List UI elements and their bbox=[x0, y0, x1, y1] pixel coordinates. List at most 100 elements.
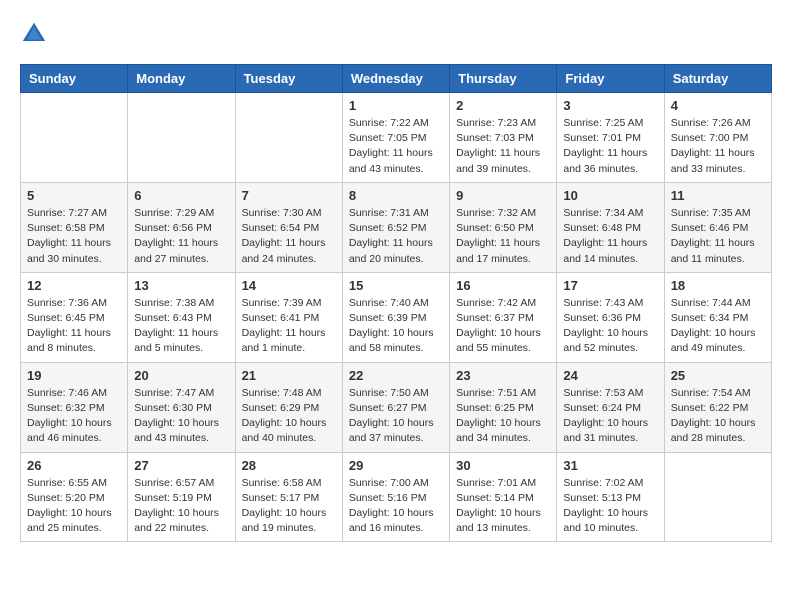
calendar-cell: 31 Sunrise: 7:02 AM Sunset: 5:13 PM Dayli… bbox=[557, 452, 664, 542]
calendar-cell: 24Sunrise: 7:53 AM Sunset: 6:24 PM Dayli… bbox=[557, 362, 664, 452]
day-number: 16 bbox=[456, 278, 550, 293]
day-info: Sunrise: 7:30 AM Sunset: 6:54 PM Dayligh… bbox=[242, 206, 336, 267]
weekday-header-monday: Monday bbox=[128, 65, 235, 93]
day-info: Sunrise: 7:27 AM Sunset: 6:58 PM Dayligh… bbox=[27, 206, 121, 267]
day-info: Sunrise: 7:02 AM Sunset: 5:13 PM Dayligh… bbox=[563, 476, 657, 537]
day-info: Sunrise: 7:54 AM Sunset: 6:22 PM Dayligh… bbox=[671, 386, 765, 447]
day-number: 13 bbox=[134, 278, 228, 293]
calendar-cell: 21Sunrise: 7:48 AM Sunset: 6:29 PM Dayli… bbox=[235, 362, 342, 452]
calendar-cell: 27 Sunrise: 6:57 AM Sunset: 5:19 PM Dayli… bbox=[128, 452, 235, 542]
calendar-cell: 18 Sunrise: 7:44 AM Sunset: 6:34 PM Dayli… bbox=[664, 272, 771, 362]
weekday-header-saturday: Saturday bbox=[664, 65, 771, 93]
calendar-cell: 4Sunrise: 7:26 AM Sunset: 7:00 PM Daylig… bbox=[664, 93, 771, 183]
day-info: Sunrise: 7:38 AM Sunset: 6:43 PM Dayligh… bbox=[134, 296, 228, 357]
day-info: Sunrise: 7:32 AM Sunset: 6:50 PM Dayligh… bbox=[456, 206, 550, 267]
day-number: 26 bbox=[27, 458, 121, 473]
day-number: 5 bbox=[27, 188, 121, 203]
calendar-cell: 30Sunrise: 7:01 AM Sunset: 5:14 PM Dayli… bbox=[450, 452, 557, 542]
calendar-cell: 28 Sunrise: 6:58 AM Sunset: 5:17 PM Dayli… bbox=[235, 452, 342, 542]
day-info: Sunrise: 7:35 AM Sunset: 6:46 PM Dayligh… bbox=[671, 206, 765, 267]
day-number: 4 bbox=[671, 98, 765, 113]
calendar-cell: 1 Sunrise: 7:22 AM Sunset: 7:05 PM Daylig… bbox=[342, 93, 449, 183]
day-number: 10 bbox=[563, 188, 657, 203]
day-number: 7 bbox=[242, 188, 336, 203]
day-info: Sunrise: 7:36 AM Sunset: 6:45 PM Dayligh… bbox=[27, 296, 121, 357]
calendar-cell bbox=[235, 93, 342, 183]
day-info: Sunrise: 7:23 AM Sunset: 7:03 PM Dayligh… bbox=[456, 116, 550, 177]
calendar-cell: 20 Sunrise: 7:47 AM Sunset: 6:30 PM Dayli… bbox=[128, 362, 235, 452]
day-info: Sunrise: 7:47 AM Sunset: 6:30 PM Dayligh… bbox=[134, 386, 228, 447]
calendar-cell: 22 Sunrise: 7:50 AM Sunset: 6:27 PM Dayli… bbox=[342, 362, 449, 452]
day-info: Sunrise: 6:58 AM Sunset: 5:17 PM Dayligh… bbox=[242, 476, 336, 537]
calendar-week-row: 12 Sunrise: 7:36 AM Sunset: 6:45 PM Dayli… bbox=[21, 272, 772, 362]
day-number: 28 bbox=[242, 458, 336, 473]
calendar-week-row: 1 Sunrise: 7:22 AM Sunset: 7:05 PM Daylig… bbox=[21, 93, 772, 183]
weekday-header-wednesday: Wednesday bbox=[342, 65, 449, 93]
day-number: 25 bbox=[671, 368, 765, 383]
calendar-week-row: 19 Sunrise: 7:46 AM Sunset: 6:32 PM Dayli… bbox=[21, 362, 772, 452]
calendar-cell: 6Sunrise: 7:29 AM Sunset: 6:56 PM Daylig… bbox=[128, 182, 235, 272]
day-number: 6 bbox=[134, 188, 228, 203]
day-number: 1 bbox=[349, 98, 443, 113]
day-info: Sunrise: 7:39 AM Sunset: 6:41 PM Dayligh… bbox=[242, 296, 336, 357]
calendar-cell: 23 Sunrise: 7:51 AM Sunset: 6:25 PM Dayli… bbox=[450, 362, 557, 452]
day-info: Sunrise: 7:51 AM Sunset: 6:25 PM Dayligh… bbox=[456, 386, 550, 447]
calendar-cell: 13 Sunrise: 7:38 AM Sunset: 6:43 PM Dayli… bbox=[128, 272, 235, 362]
calendar-cell: 25 Sunrise: 7:54 AM Sunset: 6:22 PM Dayli… bbox=[664, 362, 771, 452]
day-info: Sunrise: 7:01 AM Sunset: 5:14 PM Dayligh… bbox=[456, 476, 550, 537]
day-info: Sunrise: 7:42 AM Sunset: 6:37 PM Dayligh… bbox=[456, 296, 550, 357]
weekday-header-thursday: Thursday bbox=[450, 65, 557, 93]
calendar-week-row: 26Sunrise: 6:55 AM Sunset: 5:20 PM Dayli… bbox=[21, 452, 772, 542]
day-number: 2 bbox=[456, 98, 550, 113]
calendar-cell: 26Sunrise: 6:55 AM Sunset: 5:20 PM Dayli… bbox=[21, 452, 128, 542]
day-number: 27 bbox=[134, 458, 228, 473]
day-info: Sunrise: 7:22 AM Sunset: 7:05 PM Dayligh… bbox=[349, 116, 443, 177]
day-number: 19 bbox=[27, 368, 121, 383]
day-info: Sunrise: 7:31 AM Sunset: 6:52 PM Dayligh… bbox=[349, 206, 443, 267]
day-info: Sunrise: 7:46 AM Sunset: 6:32 PM Dayligh… bbox=[27, 386, 121, 447]
day-info: Sunrise: 7:50 AM Sunset: 6:27 PM Dayligh… bbox=[349, 386, 443, 447]
calendar-cell: 16 Sunrise: 7:42 AM Sunset: 6:37 PM Dayli… bbox=[450, 272, 557, 362]
calendar-cell: 8 Sunrise: 7:31 AM Sunset: 6:52 PM Daylig… bbox=[342, 182, 449, 272]
day-number: 22 bbox=[349, 368, 443, 383]
calendar-cell bbox=[664, 452, 771, 542]
day-info: Sunrise: 7:43 AM Sunset: 6:36 PM Dayligh… bbox=[563, 296, 657, 357]
calendar-cell: 29Sunrise: 7:00 AM Sunset: 5:16 PM Dayli… bbox=[342, 452, 449, 542]
day-number: 24 bbox=[563, 368, 657, 383]
day-number: 17 bbox=[563, 278, 657, 293]
calendar-cell: 9 Sunrise: 7:32 AM Sunset: 6:50 PM Daylig… bbox=[450, 182, 557, 272]
day-number: 12 bbox=[27, 278, 121, 293]
calendar-cell: 15 Sunrise: 7:40 AM Sunset: 6:39 PM Dayli… bbox=[342, 272, 449, 362]
calendar-cell: 5 Sunrise: 7:27 AM Sunset: 6:58 PM Daylig… bbox=[21, 182, 128, 272]
calendar-cell: 3Sunrise: 7:25 AM Sunset: 7:01 PM Daylig… bbox=[557, 93, 664, 183]
calendar-cell: 11 Sunrise: 7:35 AM Sunset: 6:46 PM Dayli… bbox=[664, 182, 771, 272]
day-info: Sunrise: 7:34 AM Sunset: 6:48 PM Dayligh… bbox=[563, 206, 657, 267]
calendar-cell: 7 Sunrise: 7:30 AM Sunset: 6:54 PM Daylig… bbox=[235, 182, 342, 272]
day-info: Sunrise: 7:25 AM Sunset: 7:01 PM Dayligh… bbox=[563, 116, 657, 177]
day-info: Sunrise: 7:00 AM Sunset: 5:16 PM Dayligh… bbox=[349, 476, 443, 537]
day-info: Sunrise: 7:44 AM Sunset: 6:34 PM Dayligh… bbox=[671, 296, 765, 357]
day-info: Sunrise: 7:48 AM Sunset: 6:29 PM Dayligh… bbox=[242, 386, 336, 447]
calendar-header-row: SundayMondayTuesdayWednesdayThursdayFrid… bbox=[21, 65, 772, 93]
calendar-cell: 2 Sunrise: 7:23 AM Sunset: 7:03 PM Daylig… bbox=[450, 93, 557, 183]
calendar-cell: 14 Sunrise: 7:39 AM Sunset: 6:41 PM Dayli… bbox=[235, 272, 342, 362]
calendar-cell: 10 Sunrise: 7:34 AM Sunset: 6:48 PM Dayli… bbox=[557, 182, 664, 272]
weekday-header-tuesday: Tuesday bbox=[235, 65, 342, 93]
calendar-cell: 19 Sunrise: 7:46 AM Sunset: 6:32 PM Dayli… bbox=[21, 362, 128, 452]
calendar-cell bbox=[21, 93, 128, 183]
day-number: 31 bbox=[563, 458, 657, 473]
logo bbox=[20, 20, 52, 48]
weekday-header-sunday: Sunday bbox=[21, 65, 128, 93]
day-number: 9 bbox=[456, 188, 550, 203]
day-number: 20 bbox=[134, 368, 228, 383]
day-info: Sunrise: 7:40 AM Sunset: 6:39 PM Dayligh… bbox=[349, 296, 443, 357]
day-number: 8 bbox=[349, 188, 443, 203]
day-number: 15 bbox=[349, 278, 443, 293]
day-number: 18 bbox=[671, 278, 765, 293]
calendar-week-row: 5 Sunrise: 7:27 AM Sunset: 6:58 PM Daylig… bbox=[21, 182, 772, 272]
calendar-cell bbox=[128, 93, 235, 183]
day-number: 23 bbox=[456, 368, 550, 383]
day-info: Sunrise: 6:57 AM Sunset: 5:19 PM Dayligh… bbox=[134, 476, 228, 537]
day-number: 11 bbox=[671, 188, 765, 203]
day-number: 14 bbox=[242, 278, 336, 293]
